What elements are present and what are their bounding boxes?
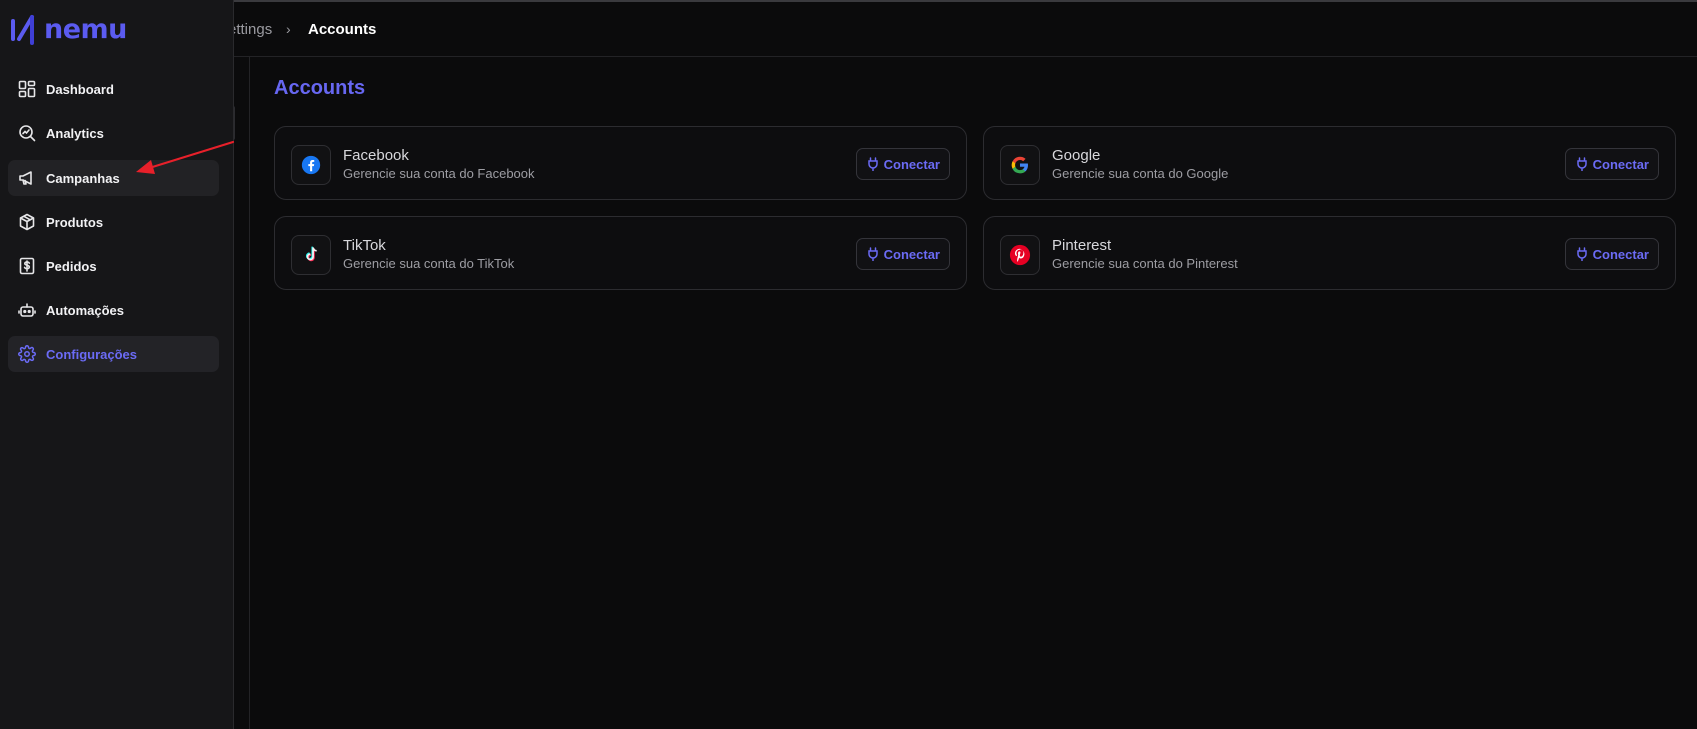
account-card-google: Google Gerencie sua conta do Google Cone…: [983, 126, 1676, 200]
connect-facebook-button[interactable]: Conectar: [855, 148, 950, 180]
package-icon: [17, 212, 37, 232]
connect-label: Conectar: [883, 156, 940, 172]
sidebar-item-pedidos[interactable]: Pedidos: [8, 248, 219, 284]
grid-icon: [17, 79, 37, 99]
connect-label: Conectar: [1592, 156, 1649, 172]
breadcrumb-settings-link[interactable]: ettings: [228, 21, 272, 38]
sidebar-item-label: Dashboard: [46, 81, 114, 97]
plug-icon: [1576, 157, 1587, 171]
account-name: Facebook: [343, 147, 409, 164]
connect-google-button[interactable]: Conectar: [1564, 148, 1659, 180]
tiktok-icon: [291, 235, 331, 275]
top-header: ettings › Accounts: [0, 2, 1697, 57]
logo-text: nemu: [44, 13, 127, 45]
sidebar-item-configuracoes[interactable]: Configurações: [8, 336, 219, 372]
sidebar-item-label: Campanhas: [46, 170, 120, 186]
plug-icon: [867, 157, 878, 171]
facebook-icon: [291, 145, 331, 185]
gear-icon: [17, 344, 37, 364]
account-name: Pinterest: [1052, 237, 1112, 254]
account-card-pinterest: Pinterest Gerencie sua conta do Pinteres…: [983, 216, 1676, 290]
sidebar-item-label: Analytics: [46, 125, 104, 141]
sidebar-item-dashboard[interactable]: Dashboard: [8, 71, 219, 107]
account-card-tiktok: TikTok Gerencie sua conta do TikTok Cone…: [274, 216, 967, 290]
sidebar-item-label: Configurações: [46, 346, 138, 362]
nemu-logo-mark-icon: [11, 15, 34, 45]
dollar-receipt-icon: [17, 256, 37, 276]
account-description: Gerencie sua conta do Pinterest: [1052, 256, 1238, 271]
sidebar-item-label: Pedidos: [46, 258, 97, 274]
connect-tiktok-button[interactable]: Conectar: [855, 238, 950, 270]
connect-label: Conectar: [1592, 246, 1649, 262]
bot-icon: [17, 300, 37, 320]
page-title: Accounts: [274, 77, 366, 99]
sidebar-item-automacoes[interactable]: Automações: [8, 292, 219, 328]
megaphone-icon: [17, 168, 37, 188]
sidebar-item-produtos[interactable]: Produtos: [8, 204, 219, 240]
plug-icon: [867, 247, 878, 261]
breadcrumb-current: Accounts: [308, 21, 377, 38]
sidebar-item-label: Automações: [46, 302, 125, 318]
breadcrumb-separator: ›: [286, 21, 291, 37]
account-name: TikTok: [343, 237, 386, 254]
account-description: Gerencie sua conta do TikTok: [343, 256, 515, 271]
plug-icon: [1576, 247, 1587, 261]
sidebar-item-analytics[interactable]: Analytics: [8, 115, 219, 151]
account-description: Gerencie sua conta do Google: [1052, 166, 1229, 181]
sidebar-item-label: Produtos: [46, 214, 104, 230]
account-card-facebook: Facebook Gerencie sua conta do Facebook …: [274, 126, 967, 200]
google-icon: [1000, 145, 1040, 185]
analytics-search-icon: [17, 123, 37, 143]
nemu-logo[interactable]: nemu: [10, 12, 127, 46]
connect-pinterest-button[interactable]: Conectar: [1564, 238, 1659, 270]
sidebar: nemu Dashboard Analytics Campanhas Produ…: [0, 0, 234, 729]
sidebar-item-campanhas[interactable]: Campanhas: [8, 160, 219, 196]
connect-label: Conectar: [883, 246, 940, 262]
account-description: Gerencie sua conta do Facebook: [343, 166, 535, 181]
pinterest-icon: [1000, 235, 1040, 275]
account-name: Google: [1052, 147, 1101, 164]
